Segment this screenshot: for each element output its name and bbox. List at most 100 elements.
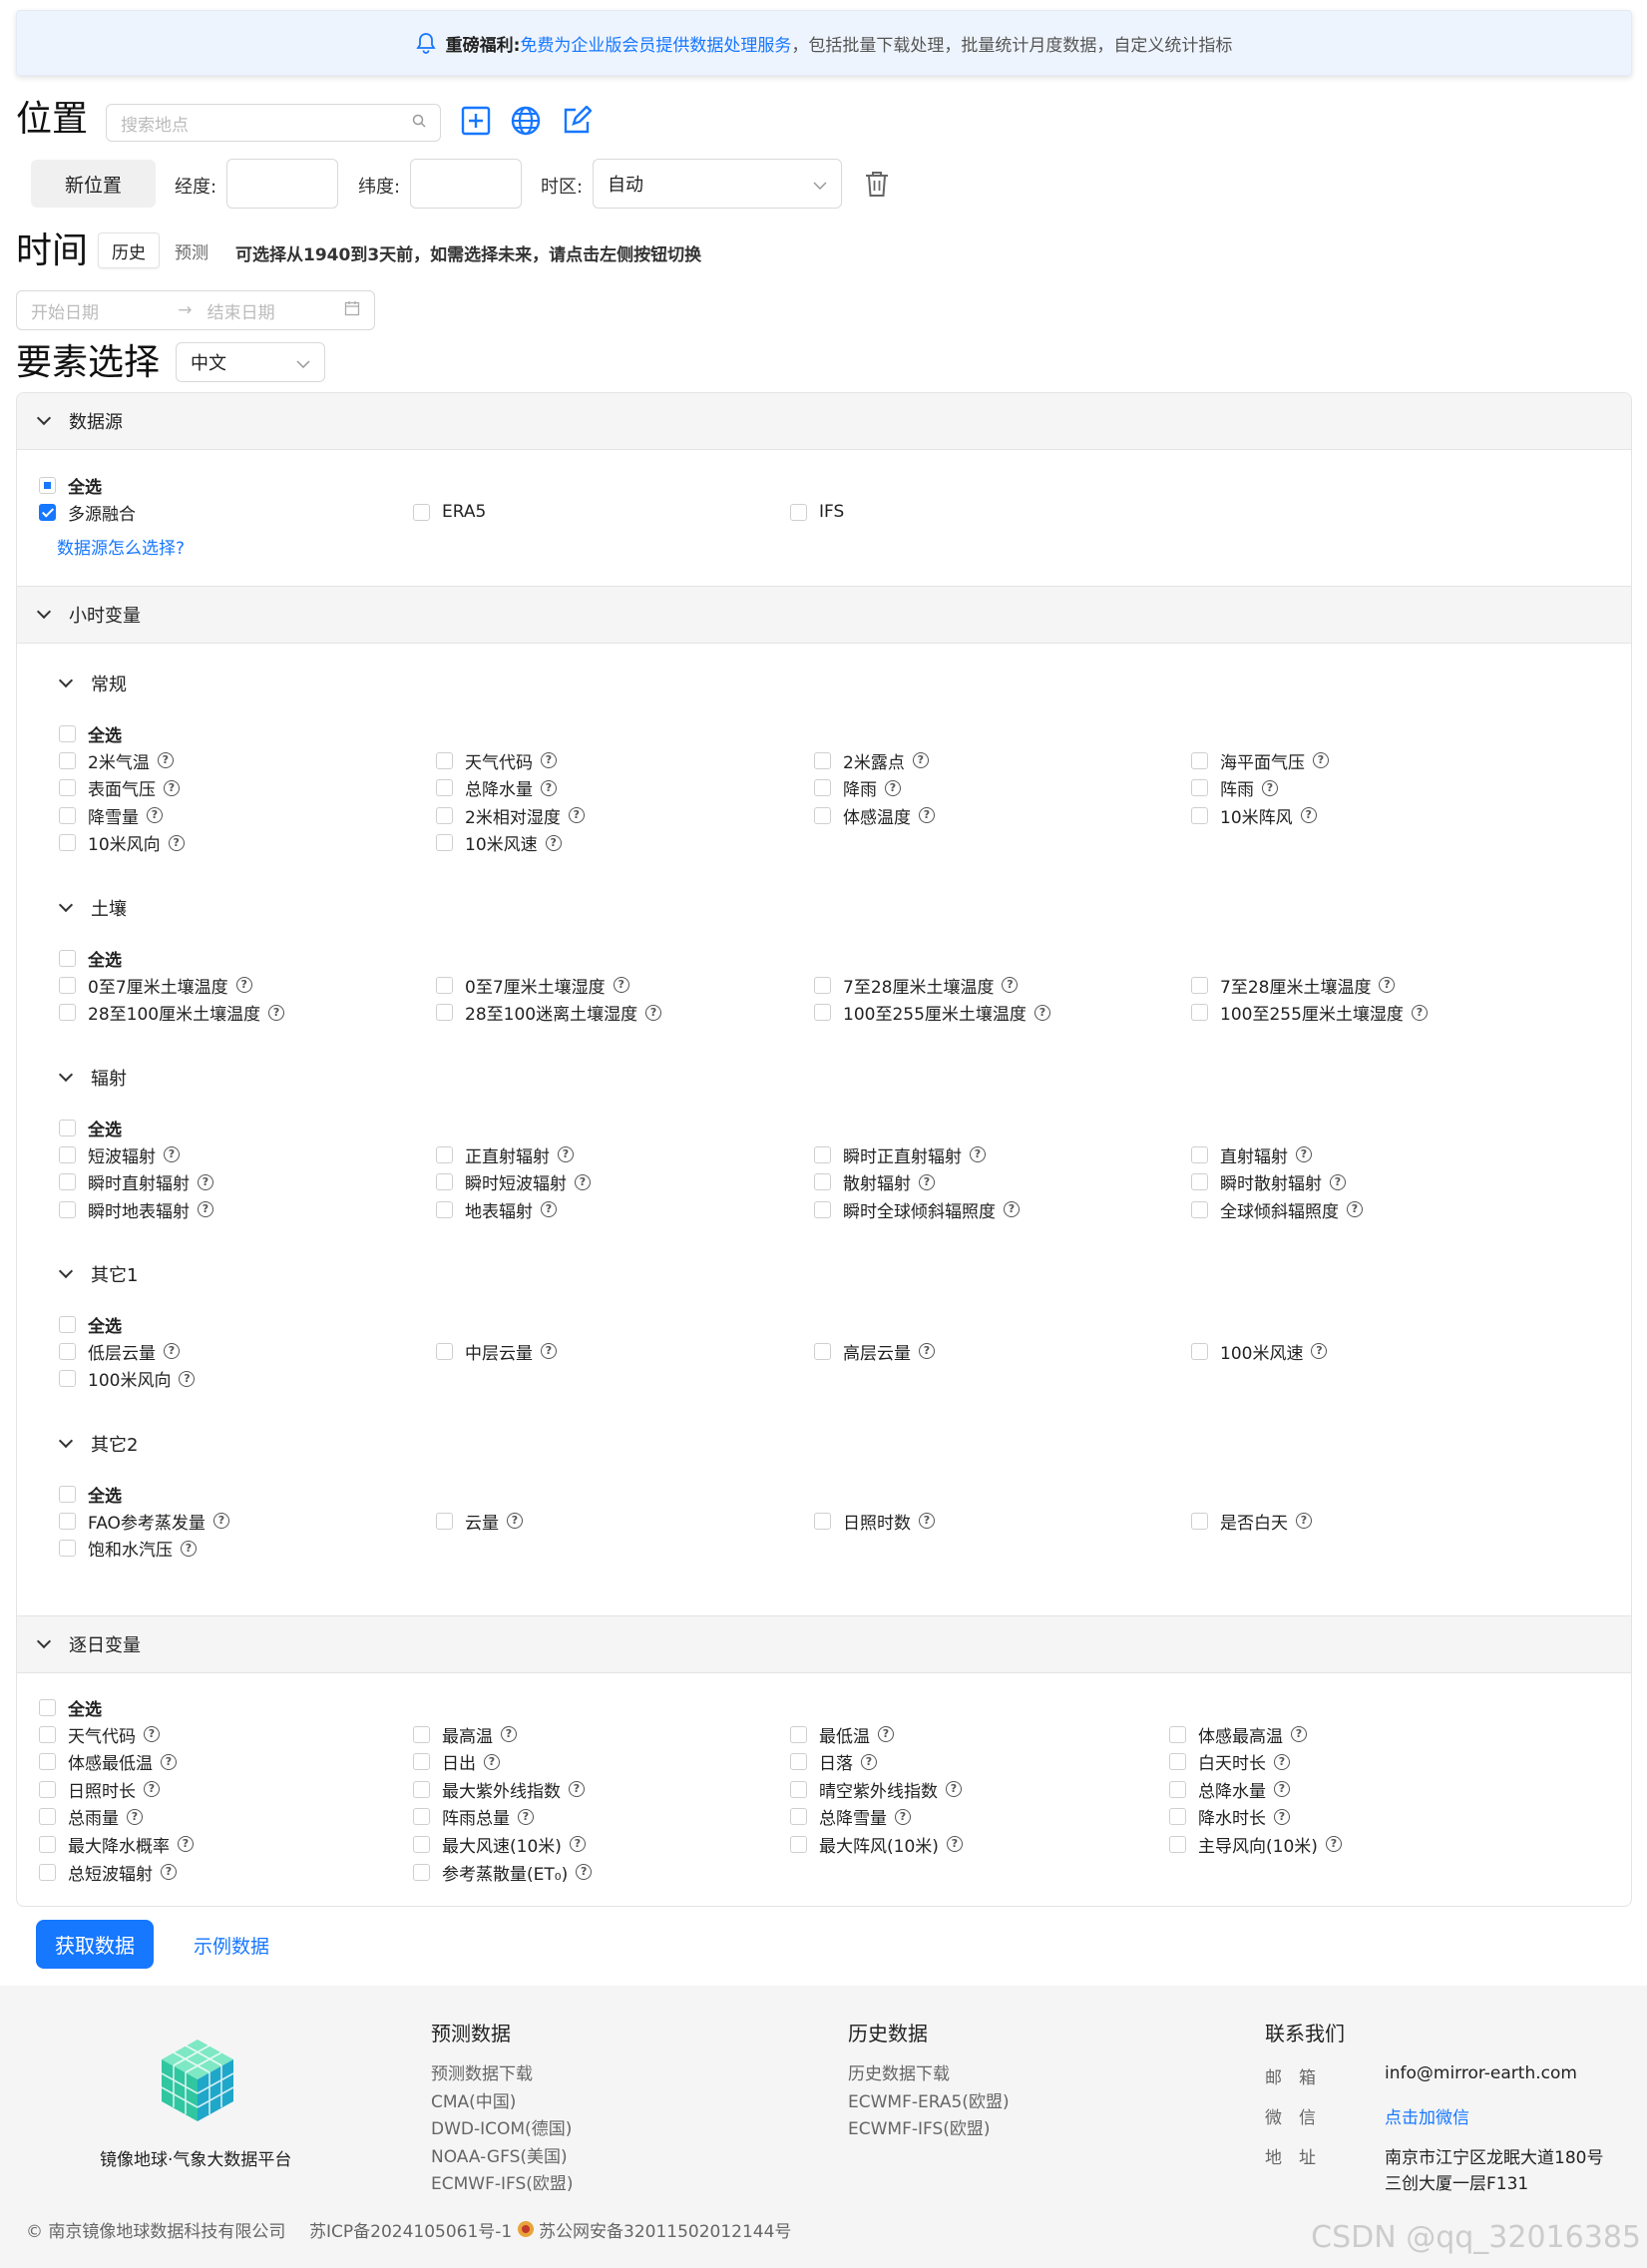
help-icon[interactable]: ? xyxy=(568,807,585,824)
help-icon[interactable]: ? xyxy=(127,1808,143,1825)
help-icon[interactable]: ? xyxy=(1033,1004,1050,1021)
variable-option[interactable]: 7至28厘米土壤温度? xyxy=(814,973,1019,998)
checkbox[interactable] xyxy=(413,1725,430,1743)
checkbox[interactable] xyxy=(436,1173,453,1191)
help-icon[interactable]: ? xyxy=(484,1753,500,1770)
variable-option[interactable]: 高层云量? xyxy=(814,1339,935,1364)
section-header-daily[interactable]: 逐日变量 xyxy=(17,1615,1631,1673)
help-icon[interactable]: ? xyxy=(895,1808,911,1825)
start-date-placeholder[interactable]: 开始日期 xyxy=(31,298,178,323)
variable-option[interactable]: 0至7厘米土壤温度? xyxy=(59,973,252,998)
checkbox[interactable] xyxy=(436,751,453,769)
variable-option[interactable]: 7至28厘米土壤温度? xyxy=(1191,973,1396,998)
help-icon[interactable]: ? xyxy=(946,1781,962,1798)
variable-option[interactable]: 总雨量? xyxy=(39,1805,143,1829)
help-icon[interactable]: ? xyxy=(569,1836,586,1853)
checkbox[interactable] xyxy=(1191,1342,1208,1360)
help-icon[interactable]: ? xyxy=(144,1726,160,1742)
variable-option[interactable]: 2米相对湿度? xyxy=(436,803,585,828)
add-location-icon[interactable] xyxy=(459,104,493,138)
checkbox[interactable] xyxy=(59,1342,76,1360)
help-icon[interactable]: ? xyxy=(946,1836,963,1853)
variable-option[interactable]: 降雪量? xyxy=(59,803,163,828)
checkbox[interactable] xyxy=(814,1200,831,1218)
police-record-link[interactable]: 苏公网安备32011502012144号 xyxy=(539,2217,791,2242)
help-icon[interactable]: ? xyxy=(1002,977,1019,993)
sample-data-link[interactable]: 示例数据 xyxy=(194,1932,269,1959)
checkbox[interactable] xyxy=(790,503,807,521)
checkbox[interactable] xyxy=(790,1753,807,1771)
help-icon[interactable]: ? xyxy=(1296,1146,1312,1162)
variable-option[interactable]: 2米气温? xyxy=(59,748,174,773)
help-icon[interactable]: ? xyxy=(235,977,252,993)
variable-option[interactable]: 天气代码? xyxy=(436,748,557,773)
checkbox[interactable] xyxy=(413,1835,430,1853)
help-icon[interactable]: ? xyxy=(970,1146,986,1162)
help-icon[interactable]: ? xyxy=(507,1513,523,1529)
checkbox[interactable] xyxy=(436,834,453,852)
help-icon[interactable]: ? xyxy=(541,752,557,768)
date-range-picker[interactable]: 开始日期 → 结束日期 xyxy=(16,290,375,330)
select-all-checkbox[interactable]: 全选 xyxy=(39,1695,102,1720)
variable-option[interactable]: 瞬时全球倾斜辐照度? xyxy=(814,1197,1020,1222)
help-icon[interactable]: ? xyxy=(198,1173,213,1190)
help-icon[interactable]: ? xyxy=(164,1146,180,1162)
email-value[interactable]: info@mirror-earth.com xyxy=(1385,2063,1577,2083)
variable-option[interactable]: 主导风向(10米)? xyxy=(1169,1832,1342,1857)
select-all-checkbox[interactable]: 全选 xyxy=(39,473,102,498)
help-icon[interactable]: ? xyxy=(919,1513,935,1529)
checkbox[interactable] xyxy=(413,1753,430,1771)
footer-link[interactable]: ECWMF-IFS(欧盟) xyxy=(848,2116,1010,2144)
variable-option[interactable]: FAO参考蒸发量? xyxy=(59,1509,229,1534)
help-icon[interactable]: ? xyxy=(1311,1343,1328,1359)
checkbox[interactable] xyxy=(814,1145,831,1163)
checkbox[interactable] xyxy=(39,1698,56,1716)
help-icon[interactable]: ? xyxy=(1274,1753,1290,1770)
globe-icon[interactable] xyxy=(509,104,543,138)
variable-option[interactable]: 海平面气压? xyxy=(1191,748,1329,773)
help-icon[interactable]: ? xyxy=(1330,1173,1346,1190)
checkbox[interactable] xyxy=(59,1512,76,1530)
variable-option[interactable]: 阵雨总量? xyxy=(413,1805,534,1829)
checkbox[interactable] xyxy=(59,751,76,769)
calendar-icon[interactable] xyxy=(344,300,360,321)
variable-option[interactable]: 瞬时正直射辐射? xyxy=(814,1142,986,1167)
help-icon[interactable]: ? xyxy=(1291,1726,1307,1742)
latitude-input[interactable] xyxy=(410,159,522,209)
section-header-hourly[interactable]: 小时变量 xyxy=(17,586,1631,644)
variable-option[interactable]: 28至100厘米土壤温度? xyxy=(59,1001,285,1025)
checkbox[interactable] xyxy=(59,1540,76,1558)
footer-link[interactable]: DWD-ICOM(德国) xyxy=(431,2116,574,2144)
checkbox[interactable] xyxy=(436,976,453,994)
help-icon[interactable]: ? xyxy=(144,1781,160,1798)
checkbox[interactable] xyxy=(814,806,831,824)
help-icon[interactable]: ? xyxy=(541,779,557,796)
help-icon[interactable]: ? xyxy=(1379,977,1396,993)
checkbox[interactable] xyxy=(1169,1780,1186,1798)
variable-option[interactable]: 瞬时短波辐射? xyxy=(436,1170,591,1194)
help-icon[interactable]: ? xyxy=(919,807,935,824)
checkbox[interactable] xyxy=(1191,751,1208,769)
checkbox[interactable] xyxy=(59,1200,76,1218)
datasource-option[interactable]: IFS xyxy=(790,500,844,524)
help-icon[interactable]: ? xyxy=(878,1726,894,1742)
end-date-placeholder[interactable]: 结束日期 xyxy=(207,298,344,323)
footer-link[interactable]: CMA(中国) xyxy=(431,2089,574,2117)
variable-option[interactable]: 正直射辐射? xyxy=(436,1142,574,1167)
checkbox[interactable] xyxy=(39,503,56,521)
timezone-select[interactable]: 自动 xyxy=(593,159,842,209)
help-icon[interactable]: ? xyxy=(161,1753,177,1770)
variable-option[interactable]: 100米风向? xyxy=(59,1367,196,1391)
variable-option[interactable]: 最大紫外线指数? xyxy=(413,1777,585,1802)
help-icon[interactable]: ? xyxy=(198,1201,213,1218)
checkbox[interactable] xyxy=(790,1725,807,1743)
checkbox[interactable] xyxy=(413,1808,430,1826)
variable-option[interactable]: 晴空紫外线指数? xyxy=(790,1777,962,1802)
checkbox[interactable] xyxy=(790,1835,807,1853)
help-icon[interactable]: ? xyxy=(178,1836,194,1853)
checkbox[interactable] xyxy=(413,1780,430,1798)
help-icon[interactable]: ? xyxy=(268,1004,285,1021)
help-icon[interactable]: ? xyxy=(545,834,562,851)
checkbox[interactable] xyxy=(814,751,831,769)
help-icon[interactable]: ? xyxy=(179,1370,196,1387)
